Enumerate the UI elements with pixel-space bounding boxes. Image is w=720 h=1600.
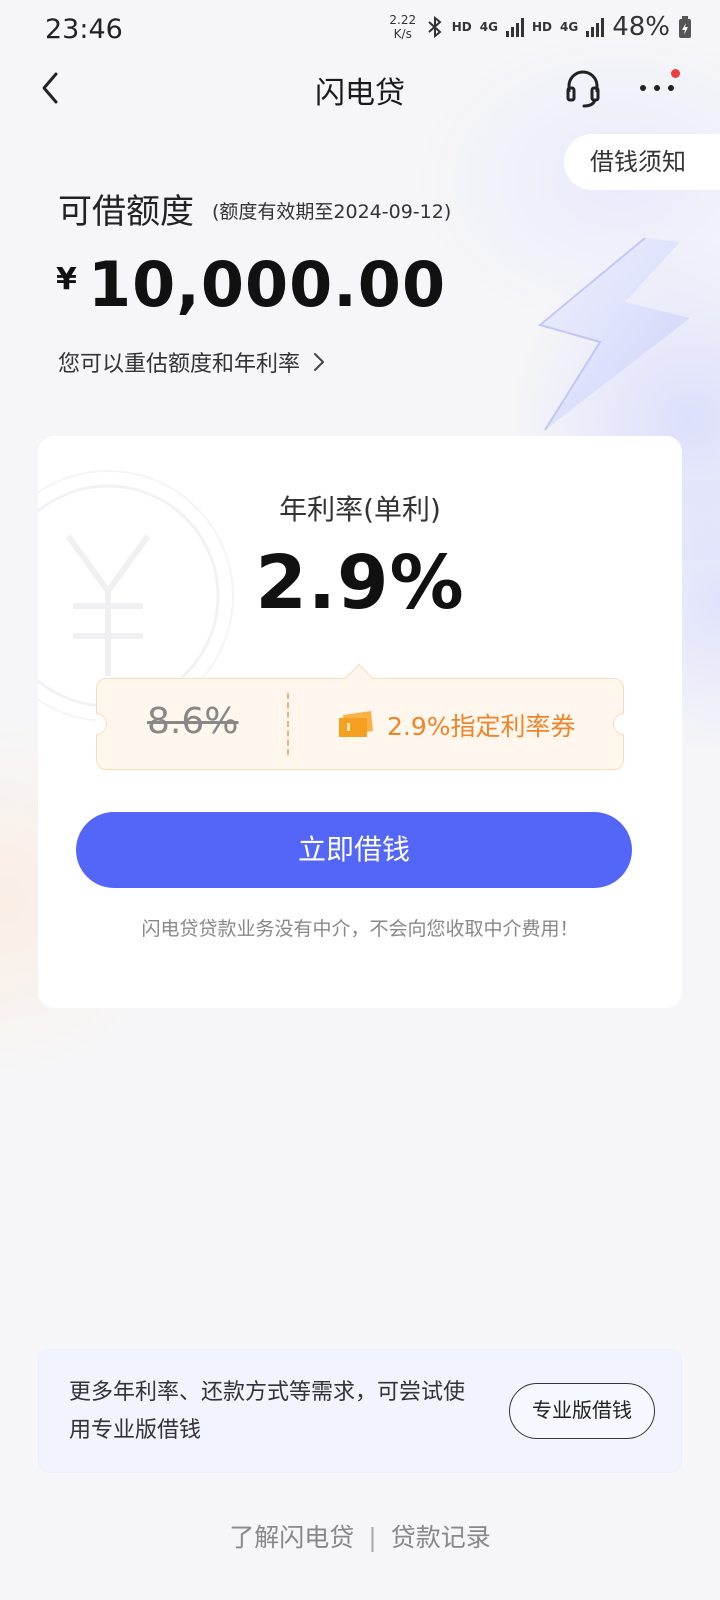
- coupon-pointer: [344, 663, 374, 693]
- hd-label-2: HD: [531, 20, 552, 34]
- borrow-now-button[interactable]: 立即借钱: [76, 812, 632, 888]
- bluetooth-icon: [428, 15, 442, 39]
- coupon-text: 2.9%指定利率券: [387, 712, 576, 741]
- headset-icon[interactable]: [565, 68, 601, 108]
- rate-coupon[interactable]: 8.6% 2.9%指定利率券: [96, 663, 624, 770]
- annual-rate-value: 2.9%: [255, 540, 465, 626]
- battery-icon: [679, 16, 691, 38]
- network-speed: 2.22 K/s: [389, 13, 417, 41]
- footer-links: 了解闪电贷 | 贷款记录: [0, 1518, 720, 1554]
- battery-percent: 48%: [612, 12, 670, 42]
- signal-bars-icon: [505, 17, 524, 37]
- hd-label-1: HD: [451, 20, 472, 34]
- status-bar: 23:46 2.22 K/s HD 4G HD 4G 48%: [0, 0, 720, 60]
- coupon-notch-right: [613, 713, 624, 735]
- pro-version-text: 更多年利率、还款方式等需求，可尝试使用专业版借钱: [69, 1380, 466, 1443]
- reassess-link[interactable]: 您可以重估额度和年利率: [58, 346, 326, 378]
- loan-card: 年利率(单利) 2.9% 8.6% 2.9%指定利率券 立即借钱 闪电贷贷款业务…: [38, 436, 682, 1008]
- learn-more-link[interactable]: 了解闪电贷: [229, 1518, 354, 1554]
- ticket-icon: [339, 711, 373, 737]
- signal-label-1: 4G: [479, 20, 498, 34]
- credit-amount: 10,000.00: [88, 248, 447, 321]
- reassess-link-label: 您可以重估额度和年利率: [58, 352, 301, 377]
- page-title: 闪电贷: [315, 76, 405, 111]
- notification-dot: [671, 69, 680, 78]
- signal-bars-icon: [586, 17, 605, 37]
- navigation-bar: 闪电贷: [0, 56, 720, 120]
- annual-rate-label: 年利率(单利): [279, 493, 441, 526]
- coupon-divider: [287, 693, 289, 755]
- original-rate: 8.6%: [147, 701, 239, 742]
- pro-version-banner: 更多年利率、还款方式等需求，可尝试使用专业版借钱 专业版借钱: [38, 1349, 682, 1473]
- credit-limit-label: 可借额度: [58, 192, 194, 232]
- status-indicators: 2.22 K/s HD 4G HD 4G 48%: [388, 12, 692, 42]
- lightning-bolt-icon: [537, 237, 690, 431]
- borrowing-notice-button[interactable]: 借钱须知: [564, 134, 720, 190]
- currency-symbol: ¥: [56, 262, 77, 297]
- status-time: 23:46: [45, 14, 123, 45]
- pro-version-button[interactable]: 专业版借钱: [509, 1383, 655, 1439]
- loan-records-link[interactable]: 贷款记录: [391, 1518, 491, 1554]
- chevron-right-icon: [314, 353, 325, 371]
- no-intermediary-disclaimer: 闪电贷贷款业务没有中介，不会向您收取中介费用！: [141, 918, 579, 940]
- signal-label-2: 4G: [560, 20, 579, 34]
- credit-validity: (额度有效期至2024-09-12): [212, 201, 452, 223]
- footer-separator: |: [368, 1523, 377, 1552]
